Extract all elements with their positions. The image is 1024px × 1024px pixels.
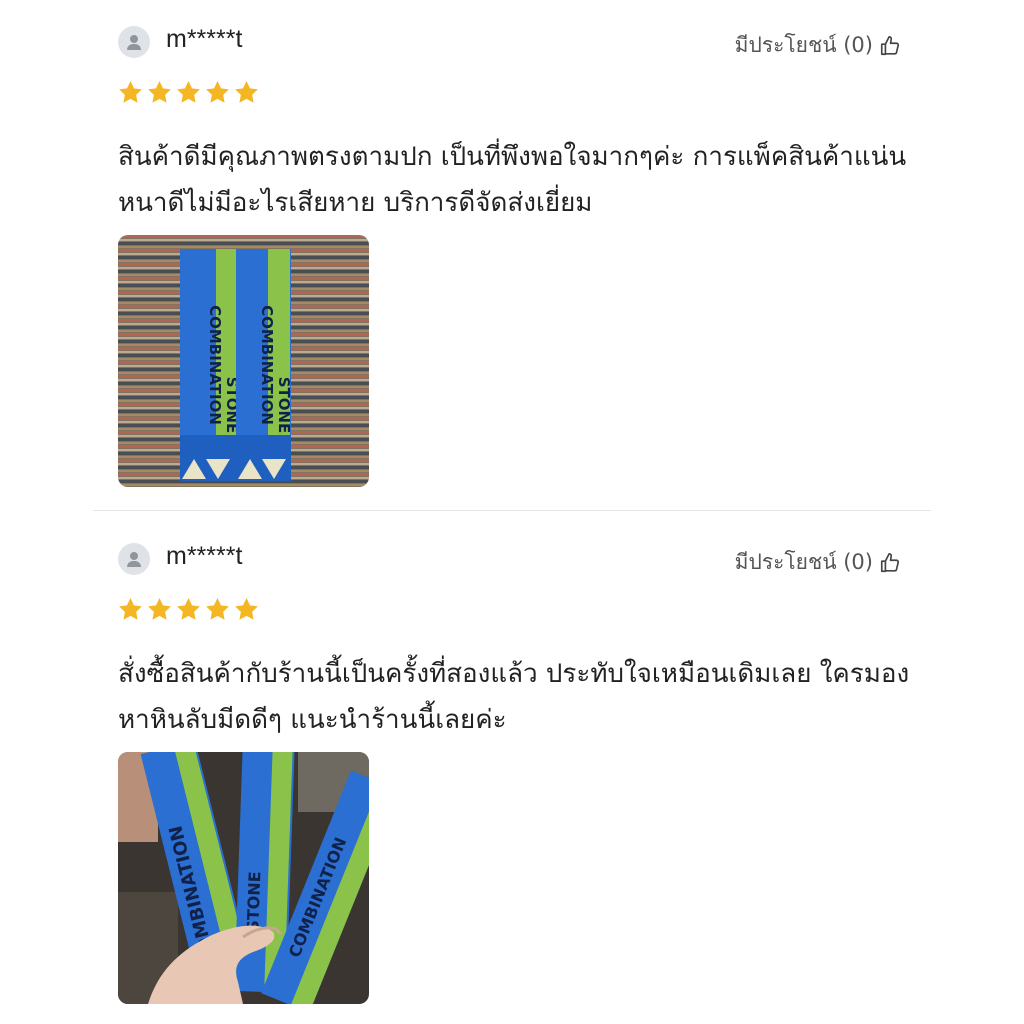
reviewer-username: m*****t xyxy=(166,542,243,570)
reviewer-username: m*****t xyxy=(166,25,243,53)
product-brand-text: COMBINATION xyxy=(258,305,276,425)
review-divider xyxy=(93,510,931,511)
user-avatar-icon xyxy=(118,26,150,58)
product-name-text: STONE xyxy=(243,871,264,932)
thumbs-up-icon xyxy=(880,552,900,572)
star-icon xyxy=(119,81,142,103)
star-icon xyxy=(119,598,142,620)
product-name-text: STONE xyxy=(275,377,293,434)
review-photo[interactable]: COMBINATION STONE COMBINATION STONE xyxy=(118,235,369,487)
star-icon xyxy=(177,81,200,103)
helpful-button[interactable]: มีประโยชน์ (0) xyxy=(735,29,901,62)
user-avatar-icon xyxy=(118,543,150,575)
star-rating xyxy=(117,79,260,106)
star-icon xyxy=(177,598,200,620)
helpful-label: มีประโยชน์ (0) xyxy=(734,33,873,57)
star-icon xyxy=(206,81,229,103)
review-photo[interactable]: COMBINATION STONE COMBINATION xyxy=(118,752,369,1004)
product-brand-text: COMBINATION xyxy=(206,305,224,425)
review-text: สินค้าดีมีคุณภาพตรงตามปก เป็นที่พึงพอใจม… xyxy=(118,142,907,218)
star-icon xyxy=(206,598,229,620)
helpful-button[interactable]: มีประโยชน์ (0) xyxy=(735,546,901,579)
helpful-label: มีประโยชน์ (0) xyxy=(734,550,873,574)
star-icon xyxy=(235,81,258,103)
star-icon xyxy=(235,598,258,620)
star-rating xyxy=(117,596,260,623)
review-text: สั่งซื้อสินค้ากับร้านนี้เป็นครั้งที่สองแ… xyxy=(118,659,910,735)
star-icon xyxy=(148,81,171,103)
star-icon xyxy=(148,598,171,620)
thumbs-up-icon xyxy=(880,35,900,55)
